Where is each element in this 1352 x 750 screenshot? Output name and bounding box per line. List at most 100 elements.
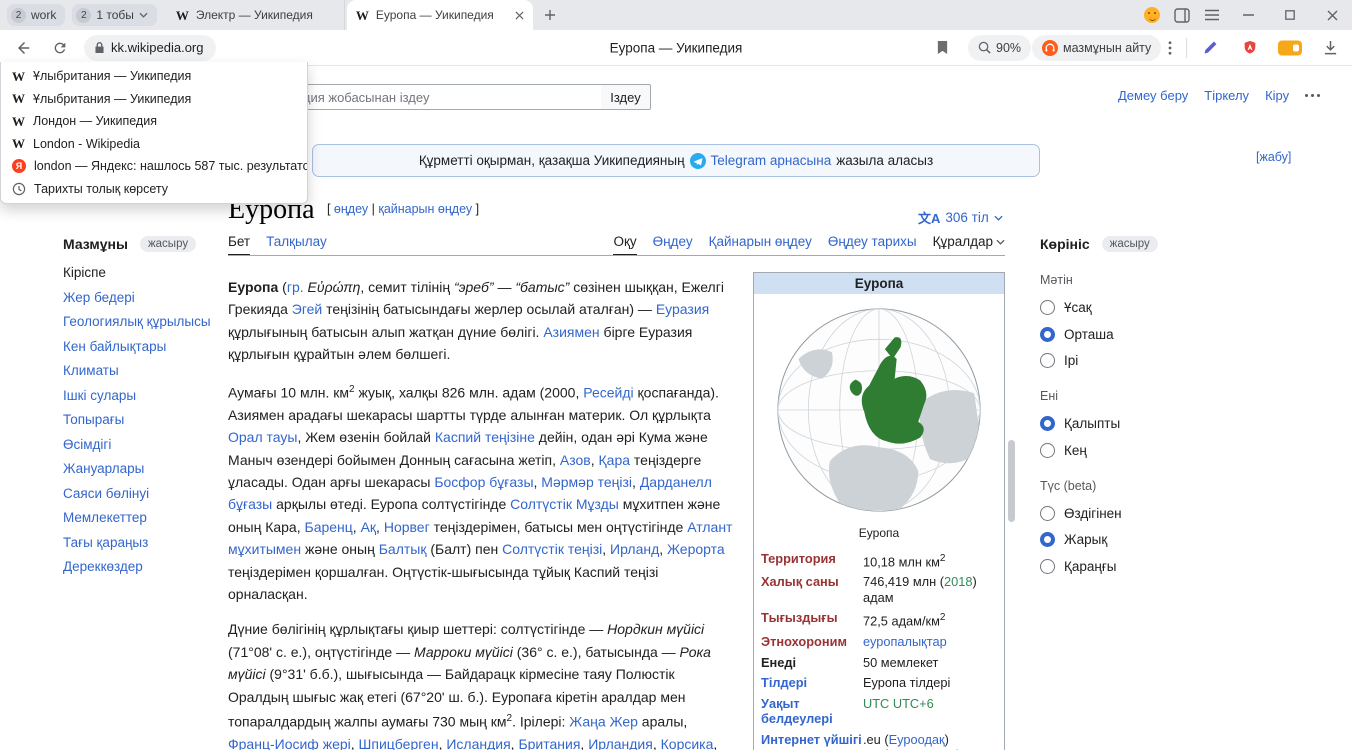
reload-button[interactable]: [46, 34, 74, 62]
tab-edit[interactable]: Өңдеу: [653, 234, 693, 255]
radio-text-small[interactable]: Ұсақ: [1040, 300, 1180, 315]
radio-icon[interactable]: [1040, 300, 1055, 315]
radio-color-light[interactable]: Жарық: [1040, 532, 1180, 547]
back-arrow-icon: [15, 39, 33, 57]
infobox-label[interactable]: Уақыт белдеулері: [761, 696, 863, 727]
radio-text-large[interactable]: Ірі: [1040, 353, 1180, 368]
infobox-label[interactable]: Тілдері: [761, 675, 863, 691]
suggestion-item[interactable]: W Лондон — Уикипедия: [1, 110, 307, 133]
assistant-avatar-icon[interactable]: [1144, 7, 1160, 23]
address-more-button[interactable]: [1156, 34, 1184, 62]
tab-tools[interactable]: Құралдар: [933, 234, 1005, 255]
downloads-button[interactable]: [1316, 34, 1344, 62]
bookmark-button[interactable]: [928, 34, 956, 62]
toc-item[interactable]: Дереккөздер: [63, 559, 221, 574]
radio-width-wide[interactable]: Кең: [1040, 443, 1180, 458]
toc-item[interactable]: Жануарлары: [63, 461, 221, 476]
radio-icon[interactable]: [1040, 506, 1055, 521]
adblock-extension-button[interactable]: [1236, 34, 1264, 62]
suggestion-show-history[interactable]: Тарихты толық көрсету: [1, 178, 307, 201]
toc-item[interactable]: Мемлекеттер: [63, 510, 221, 525]
suggestion-item[interactable]: W Ұлыбритания — Уикипедия: [1, 65, 307, 88]
window-maximize-button[interactable]: [1276, 1, 1304, 29]
radio-width-standard[interactable]: Қалыпты: [1040, 416, 1180, 431]
paragraph: Дүние бөлігінің құрлықтағы қиыр шеттері:…: [228, 618, 736, 750]
toc-item[interactable]: Кен байлықтары: [63, 339, 221, 354]
toc-item[interactable]: Саяси бөлінуі: [63, 486, 221, 501]
back-button[interactable]: [10, 34, 38, 62]
suggestion-text: Тарихты толық көрсету: [34, 182, 168, 196]
radio-icon[interactable]: [1040, 327, 1055, 342]
toc-item[interactable]: Тағы қараңыз: [63, 535, 221, 550]
radio-icon[interactable]: [1040, 353, 1055, 368]
edit-extension-button[interactable]: [1196, 34, 1224, 62]
language-selector[interactable]: 文A 306 тіл: [918, 208, 1003, 227]
infobox-row: Уақыт белдеулері UTC UTC+6: [754, 693, 1004, 729]
toc-item[interactable]: Топырағы: [63, 412, 221, 427]
donate-link[interactable]: Демеу беру: [1118, 88, 1188, 103]
reload-icon: [52, 40, 68, 56]
tab-article[interactable]: Бет: [228, 234, 250, 255]
telegram-channel-link[interactable]: Telegram арнасына: [711, 153, 832, 168]
tab-group-work[interactable]: 2 work: [7, 4, 65, 26]
title-edit-links[interactable]: [ өңдеу | қайнарын өңдеу ]: [327, 202, 479, 216]
suggestion-text: london — Яндекс: нашлось 587 тыс. резуль…: [34, 159, 307, 173]
appearance-hide-button[interactable]: жасыру: [1102, 236, 1158, 252]
window-close-button[interactable]: [1318, 1, 1346, 29]
infobox: Еуропа: [753, 272, 1005, 750]
tab-electr[interactable]: W Электр — Уикипедия: [167, 0, 345, 30]
download-icon: [1323, 40, 1338, 56]
suggestion-item[interactable]: W Ұлыбритания — Уикипедия: [1, 88, 307, 111]
wiki-search-button[interactable]: Іздеу: [601, 84, 651, 110]
radio-color-auto[interactable]: Өздігінен: [1040, 506, 1180, 521]
tab-group-1-toby[interactable]: 2 1 тобы: [72, 4, 157, 26]
tab-talk[interactable]: Талқылау: [266, 234, 327, 255]
read-aloud-button[interactable]: мазмұнын айту: [1032, 35, 1161, 61]
radio-icon[interactable]: [1040, 443, 1055, 458]
chevron-down-icon: [996, 239, 1005, 245]
tab-bar: 2 work 2 1 тобы W Электр — Уикипедия W Е…: [0, 0, 1352, 30]
zoom-control[interactable]: 90%: [968, 35, 1031, 61]
appearance-section-width: Ені: [1040, 389, 1180, 403]
banner-close-link[interactable]: [жабу]: [1256, 150, 1291, 164]
address-bar[interactable]: kk.wikipedia.org: [84, 35, 216, 61]
suggestion-item-yandex[interactable]: Я london — Яндекс: нашлось 587 тыс. резу…: [1, 155, 307, 178]
infobox-value: Еуропа тілдері: [863, 675, 997, 691]
chevron-down-icon: [994, 215, 1003, 221]
toc-item[interactable]: Өсімдігі: [63, 437, 221, 452]
user-menu-ellipsis-icon[interactable]: [1305, 94, 1320, 97]
suggestion-item[interactable]: W London - Wikipedia: [1, 133, 307, 156]
tab-read[interactable]: Оқу: [613, 234, 636, 255]
chevron-down-icon: [139, 12, 148, 18]
appearance-section-color: Түс (beta): [1040, 479, 1180, 493]
window-minimize-button[interactable]: [1234, 1, 1262, 29]
tab-edit-source[interactable]: Қайнарын өңдеу: [709, 234, 812, 255]
radio-text-medium[interactable]: Орташа: [1040, 327, 1180, 342]
scrollbar-thumb[interactable]: [1008, 440, 1015, 522]
toc-hide-button[interactable]: жасыру: [140, 236, 196, 252]
toc-item[interactable]: Ішкі сулары: [63, 388, 221, 403]
menu-icon[interactable]: [1204, 9, 1220, 21]
login-link[interactable]: Кіру: [1265, 88, 1289, 103]
toc-item[interactable]: Кіріспе: [63, 265, 221, 280]
tab-europa-active[interactable]: W Еуропа — Уикипедия: [347, 0, 533, 30]
sidebar-panel-icon[interactable]: [1174, 8, 1190, 23]
infobox-value: .eu (Еуроодақ).su (Посткеңестік: [863, 732, 997, 750]
radio-icon[interactable]: [1040, 416, 1055, 431]
radio-icon[interactable]: [1040, 559, 1055, 574]
radio-icon[interactable]: [1040, 532, 1055, 547]
tab-history[interactable]: Өңдеу тарихы: [828, 234, 917, 255]
register-link[interactable]: Тіркелу: [1204, 88, 1249, 103]
browser-window: 2 work 2 1 тобы W Электр — Уикипедия W Е…: [0, 0, 1352, 750]
toc-item[interactable]: Климаты: [63, 363, 221, 378]
battery-extension-button[interactable]: [1278, 40, 1302, 55]
new-tab-button[interactable]: [537, 2, 563, 28]
table-of-contents: Мазмұны жасыру Кіріспе Жер бедері Геолог…: [63, 236, 221, 584]
toc-item[interactable]: Геологиялық құрылысы: [63, 314, 221, 329]
headphones-icon: [1042, 40, 1058, 56]
yandex-icon: Я: [12, 159, 26, 173]
radio-color-dark[interactable]: Қараңғы: [1040, 559, 1180, 574]
infobox-label[interactable]: Интернет үйшігі: [761, 732, 863, 748]
toc-item[interactable]: Жер бедері: [63, 290, 221, 305]
tab-close-icon[interactable]: [515, 11, 524, 20]
